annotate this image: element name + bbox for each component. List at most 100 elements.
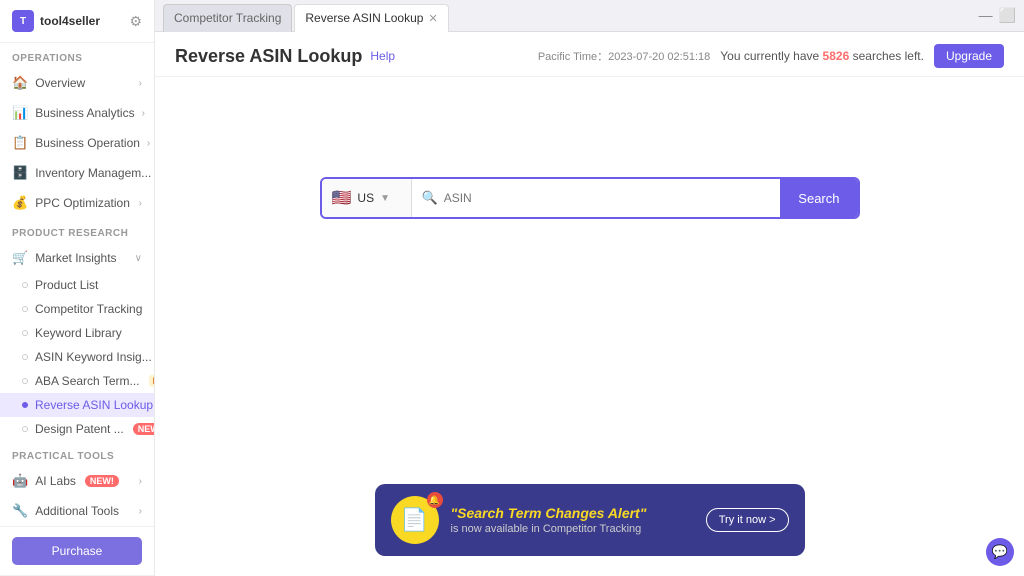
sidebar-item-ai-labs[interactable]: 🤖 AI Labs NEW! › [0, 466, 154, 496]
asin-search-input[interactable] [444, 191, 771, 205]
patent-badge: NEW! [133, 423, 155, 435]
sidebar-bottom: Purchase [0, 526, 154, 575]
dot-patent [22, 426, 28, 432]
dot-asin [22, 354, 28, 360]
banner-title: "Search Term Changes Alert" [451, 505, 694, 521]
gear-icon[interactable]: ⚙ [129, 13, 142, 30]
section-practical-tools: PRACTICAL TOOLS [0, 441, 154, 466]
country-flag: 🇺🇸 [332, 188, 352, 208]
sidebar-item-market-insights[interactable]: 🛒 Market Insights ∨ [0, 243, 154, 273]
sidebar-logo: T tool4seller ⚙ [0, 0, 154, 43]
sidebar-item-business-analytics[interactable]: 📊 Business Analytics › [0, 98, 154, 128]
sidebar-item-design-patent[interactable]: Design Patent ... NEW! [0, 417, 154, 441]
ppc-label: PPC Optimization [35, 196, 130, 210]
analytics-label: Business Analytics [35, 106, 134, 120]
sidebar-item-additional-tools[interactable]: 🔧 Additional Tools › [0, 496, 154, 526]
ai-labs-badge: NEW! [85, 475, 119, 487]
analytics-arrow: › [142, 108, 145, 119]
keyword-label: Keyword Library [35, 326, 122, 340]
tab-bar: Competitor Tracking Reverse ASIN Lookup … [155, 0, 1024, 32]
operation-arrow: › [147, 138, 150, 149]
sidebar-item-asin-keyword[interactable]: ASIN Keyword Insig... AI [0, 345, 154, 369]
window-minimize-icon[interactable]: — [979, 7, 993, 24]
help-link[interactable]: Help [370, 49, 395, 63]
product-list-label: Product List [35, 278, 98, 292]
additional-tools-arrow: › [139, 506, 142, 517]
upgrade-button[interactable]: Upgrade [934, 44, 1004, 68]
inventory-icon: 🗄️ [12, 165, 28, 181]
ppc-arrow: › [139, 198, 142, 209]
dot-product-list [22, 282, 28, 288]
sidebar-item-business-operation[interactable]: 📋 Business Operation › [0, 128, 154, 158]
sidebar-item-keyword-library[interactable]: Keyword Library [0, 321, 154, 345]
operation-label: Business Operation [35, 136, 140, 150]
analytics-icon: 📊 [12, 105, 28, 121]
sidebar-item-aba-search[interactable]: ABA Search Term... Pro [0, 369, 154, 393]
market-label: Market Insights [35, 251, 116, 265]
main-content: Competitor Tracking Reverse ASIN Lookup … [155, 0, 1024, 576]
dot-aba [22, 378, 28, 384]
operation-icon: 📋 [12, 135, 28, 151]
overview-icon: 🏠 [12, 75, 28, 91]
dot-reverse [22, 402, 28, 408]
app-name: tool4seller [40, 14, 100, 28]
page-header-right: Pacific Time：2023-07-20 02:51:18 You cur… [538, 44, 1004, 68]
reverse-label: Reverse ASIN Lookup [35, 398, 153, 412]
country-label: US [357, 191, 374, 205]
additional-tools-icon: 🔧 [12, 503, 28, 519]
search-section: 🇺🇸 US ▼ 🔍 Search [175, 177, 1004, 219]
search-input-wrap: 🔍 [412, 190, 781, 206]
patent-label: Design Patent ... [35, 422, 124, 436]
banner-subtitle: is now available in Competitor Tracking [451, 523, 694, 535]
searches-suffix: searches left. [853, 49, 924, 63]
sidebar-item-inventory[interactable]: 🗄️ Inventory Managem... › [0, 158, 154, 188]
tab-reverse-asin[interactable]: Reverse ASIN Lookup ✕ [294, 4, 448, 32]
asin-keyword-label: ASIN Keyword Insig... [35, 350, 152, 364]
support-icon[interactable]: 💬 [986, 538, 1014, 566]
ai-labs-label: AI Labs [35, 474, 76, 488]
dot-competitor [22, 306, 28, 312]
page-title: Reverse ASIN Lookup [175, 46, 362, 67]
banner-cta-button[interactable]: Try it now > [706, 508, 789, 532]
searches-info: You currently have 5826 searches left. [720, 49, 924, 63]
inventory-label: Inventory Managem... [35, 166, 151, 180]
section-product-research: PRODUCT RESEARCH [0, 218, 154, 243]
overview-arrow: › [139, 78, 142, 89]
searches-count: 5826 [823, 49, 850, 63]
tab-reverse-label: Reverse ASIN Lookup [305, 11, 423, 25]
aba-label: ABA Search Term... [35, 374, 140, 388]
banner-text: "Search Term Changes Alert" is now avail… [451, 505, 694, 535]
sidebar-item-product-list[interactable]: Product List [0, 273, 154, 297]
market-arrow: ∨ [135, 253, 142, 264]
purchase-button[interactable]: Purchase [12, 537, 142, 565]
page-header: Reverse ASIN Lookup Help Pacific Time：20… [155, 32, 1024, 77]
search-term-alert-banner: 📄 🔔 "Search Term Changes Alert" is now a… [375, 484, 805, 556]
tab-bar-controls: — ⬜ [979, 7, 1016, 24]
datetime: Pacific Time：2023-07-20 02:51:18 [538, 48, 710, 64]
search-icon: 🔍 [422, 190, 438, 206]
bell-icon: 🔔 [427, 492, 443, 508]
section-operations: OPERATIONS [0, 43, 154, 68]
country-arrow-icon: ▼ [380, 193, 390, 204]
sidebar-item-ppc[interactable]: 💰 PPC Optimization › [0, 188, 154, 218]
tab-competitor-label: Competitor Tracking [174, 11, 281, 25]
competitor-label: Competitor Tracking [35, 302, 142, 316]
logo-icon: T [12, 10, 34, 32]
sidebar-item-overview[interactable]: 🏠 Overview › [0, 68, 154, 98]
sidebar-item-competitor-tracking[interactable]: Competitor Tracking [0, 297, 154, 321]
search-button[interactable]: Search [780, 179, 857, 217]
additional-tools-label: Additional Tools [35, 504, 119, 518]
searches-text: You currently have [720, 49, 819, 63]
tab-competitor-tracking[interactable]: Competitor Tracking [163, 4, 292, 32]
sidebar-item-reverse-asin[interactable]: Reverse ASIN Lookup [0, 393, 154, 417]
overview-label: Overview [35, 76, 85, 90]
window-expand-icon[interactable]: ⬜ [999, 7, 1016, 24]
content-area: 🇺🇸 US ▼ 🔍 Search 📄 🔔 "Search Term Change… [155, 77, 1024, 576]
search-bar: 🇺🇸 US ▼ 🔍 Search [320, 177, 860, 219]
tab-close-icon[interactable]: ✕ [428, 12, 437, 25]
page-title-row: Reverse ASIN Lookup Help [175, 46, 395, 67]
ppc-icon: 💰 [12, 195, 28, 211]
ai-labs-icon: 🤖 [12, 473, 28, 489]
sidebar: T tool4seller ⚙ OPERATIONS 🏠 Overview › … [0, 0, 155, 576]
country-select[interactable]: 🇺🇸 US ▼ [322, 179, 412, 217]
